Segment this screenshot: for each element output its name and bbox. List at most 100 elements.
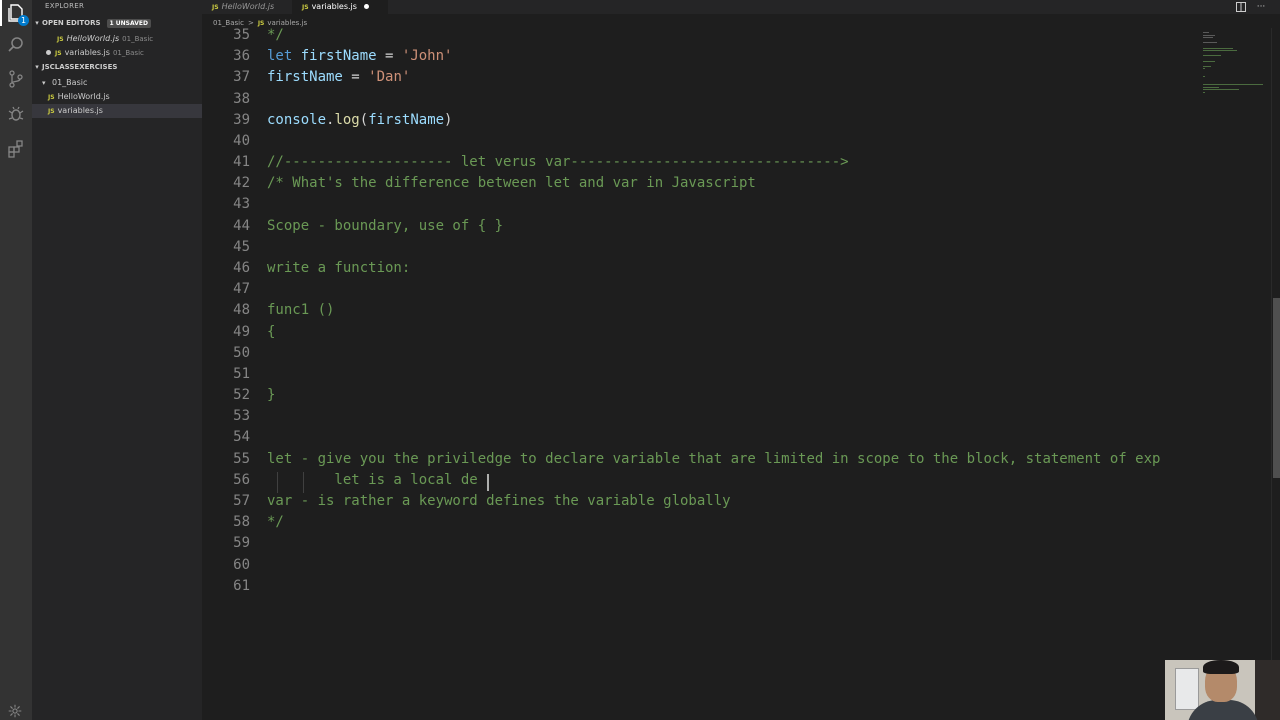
- js-file-icon: JS: [57, 36, 64, 43]
- open-editor-item[interactable]: JS HelloWorld.js 01_Basic: [32, 32, 202, 46]
- line-number: 60: [233, 556, 250, 573]
- line-text: */: [267, 28, 284, 43]
- line-number: 58: [233, 514, 250, 531]
- code-line[interactable]: 57 var - is rather a keyword defines the …: [202, 491, 1197, 512]
- line-text: Scope - boundary, use of { }: [267, 217, 504, 234]
- code-line[interactable]: 44 Scope - boundary, use of { }: [202, 216, 1197, 237]
- line-number: 52: [233, 387, 250, 404]
- code-line[interactable]: 53: [202, 406, 1197, 427]
- code-line[interactable]: 58 */: [202, 512, 1197, 533]
- activity-bar: 1: [0, 0, 32, 720]
- file-name: variables.js: [57, 106, 103, 115]
- line-number: 51: [233, 365, 250, 382]
- settings-gear-icon[interactable]: [8, 704, 22, 718]
- workspace-label: JSCLASSEXERCISES: [42, 63, 118, 71]
- js-file-icon: JS: [55, 50, 62, 57]
- minimap-line: [1203, 86, 1219, 88]
- breadcrumb-separator: >: [247, 19, 254, 27]
- code-line[interactable]: 52}: [202, 385, 1197, 406]
- more-actions-icon[interactable]: ···: [1256, 2, 1266, 12]
- line-text: var - is rather a keyword defines the va…: [267, 492, 731, 509]
- folder-item[interactable]: ▾ 01_Basic: [32, 76, 202, 90]
- breadcrumb-file[interactable]: variables.js: [267, 19, 307, 27]
- js-file-icon: JS: [48, 108, 55, 115]
- search-icon[interactable]: [6, 35, 26, 55]
- code-line[interactable]: 43: [202, 194, 1197, 215]
- code-line[interactable]: 59: [202, 533, 1197, 554]
- split-editor-icon[interactable]: [1236, 2, 1246, 12]
- minimap[interactable]: [1197, 28, 1272, 720]
- js-file-icon: JS: [257, 20, 265, 27]
- code-line[interactable]: 42 /* What's the difference between let a…: [202, 173, 1197, 194]
- line-number: 44: [233, 217, 250, 234]
- open-editors-section[interactable]: ▾ OPEN EDITORS 1 UNSAVED: [32, 17, 202, 30]
- line-number: 38: [233, 90, 250, 107]
- chevron-down-icon: ▾: [35, 19, 39, 27]
- minimap-line: [1203, 60, 1215, 62]
- code-line[interactable]: 36 let firstName = 'John': [202, 46, 1197, 67]
- code-line[interactable]: 47: [202, 279, 1197, 300]
- workspace-section[interactable]: ▾ JSCLASSEXERCISES: [32, 61, 202, 74]
- code-line[interactable]: 41 //-------------------- let verus var--…: [202, 152, 1197, 173]
- code-line[interactable]: 38: [202, 89, 1197, 110]
- scrollbar-thumb[interactable]: [1273, 298, 1280, 478]
- breadcrumb-folder[interactable]: 01_Basic: [213, 19, 244, 27]
- code-line[interactable]: 56 let is a local de: [202, 470, 1197, 491]
- folder-name: 01_Basic: [52, 78, 88, 87]
- open-editor-item[interactable]: JS variables.js 01_Basic: [32, 46, 202, 60]
- tab-helloworld[interactable]: JS HelloWorld.js: [202, 0, 290, 14]
- code-line[interactable]: 54: [202, 427, 1197, 448]
- code-line[interactable]: 46 write a function:: [202, 258, 1197, 279]
- line-number: 49: [233, 323, 250, 340]
- explorer-icon[interactable]: 1: [6, 3, 29, 26]
- explorer-badge: 1: [18, 15, 29, 26]
- code-line[interactable]: 61: [202, 576, 1197, 597]
- file-item[interactable]: JS HelloWorld.js: [32, 90, 202, 104]
- line-number: 57: [233, 492, 250, 509]
- minimap-line: [1203, 65, 1211, 67]
- line-number: 61: [233, 577, 250, 594]
- open-editor-name: HelloWorld.js: [66, 34, 120, 43]
- line-number: 47: [233, 281, 250, 298]
- source-control-icon[interactable]: [6, 69, 26, 89]
- line-number: 54: [233, 429, 250, 446]
- unsaved-dot-icon[interactable]: [46, 50, 51, 55]
- minimap-line: [1203, 34, 1215, 36]
- code-line[interactable]: 60: [202, 555, 1197, 576]
- line-number: 59: [233, 535, 250, 552]
- sidebar-title: EXPLORER: [45, 2, 85, 10]
- tab-variables[interactable]: JS variables.js: [292, 0, 388, 14]
- unsaved-dot-icon[interactable]: [363, 4, 369, 9]
- tab-label: variables.js: [311, 2, 357, 11]
- js-file-icon: JS: [302, 4, 309, 11]
- minimap-line: [1203, 42, 1217, 44]
- line-text: firstName = 'Dan': [267, 69, 411, 86]
- code-line[interactable]: 39 console.log(firstName): [202, 110, 1197, 131]
- code-line[interactable]: 49 {: [202, 322, 1197, 343]
- code-line[interactable]: 45: [202, 237, 1197, 258]
- code-line[interactable]: 35 */: [202, 28, 1197, 46]
- line-number: 53: [233, 408, 250, 425]
- code-line[interactable]: 50: [202, 343, 1197, 364]
- explorer-sidebar: EXPLORER ▾ OPEN EDITORS 1 UNSAVED JS HelloW…: [32, 0, 202, 720]
- minimap-line: [1203, 32, 1209, 33]
- code-line[interactable]: 48 func1 (): [202, 300, 1197, 321]
- code-line[interactable]: 37 firstName = 'Dan': [202, 67, 1197, 88]
- extensions-icon[interactable]: [6, 139, 26, 159]
- line-number: 41: [233, 154, 250, 171]
- code-editor[interactable]: 35 */ 36 let firstName = 'John' 37 firstName …: [202, 28, 1197, 720]
- line-number: 35: [233, 28, 250, 43]
- chevron-down-icon: ▾: [42, 79, 46, 87]
- open-editor-folder: 01_Basic: [112, 49, 144, 57]
- open-editors-label: OPEN EDITORS: [42, 19, 101, 27]
- code-line[interactable]: 51: [202, 364, 1197, 385]
- line-number: 50: [233, 344, 250, 361]
- code-line[interactable]: 55 let - give you the priviledge to decla…: [202, 449, 1197, 470]
- debug-icon[interactable]: [6, 104, 26, 124]
- code-line[interactable]: 40: [202, 131, 1197, 152]
- minimap-line: [1203, 47, 1233, 49]
- file-item-selected[interactable]: JS variables.js: [32, 104, 202, 118]
- webcam-person-hair: [1203, 660, 1239, 674]
- js-file-icon: JS: [212, 4, 219, 11]
- vertical-scrollbar[interactable]: [1271, 28, 1280, 720]
